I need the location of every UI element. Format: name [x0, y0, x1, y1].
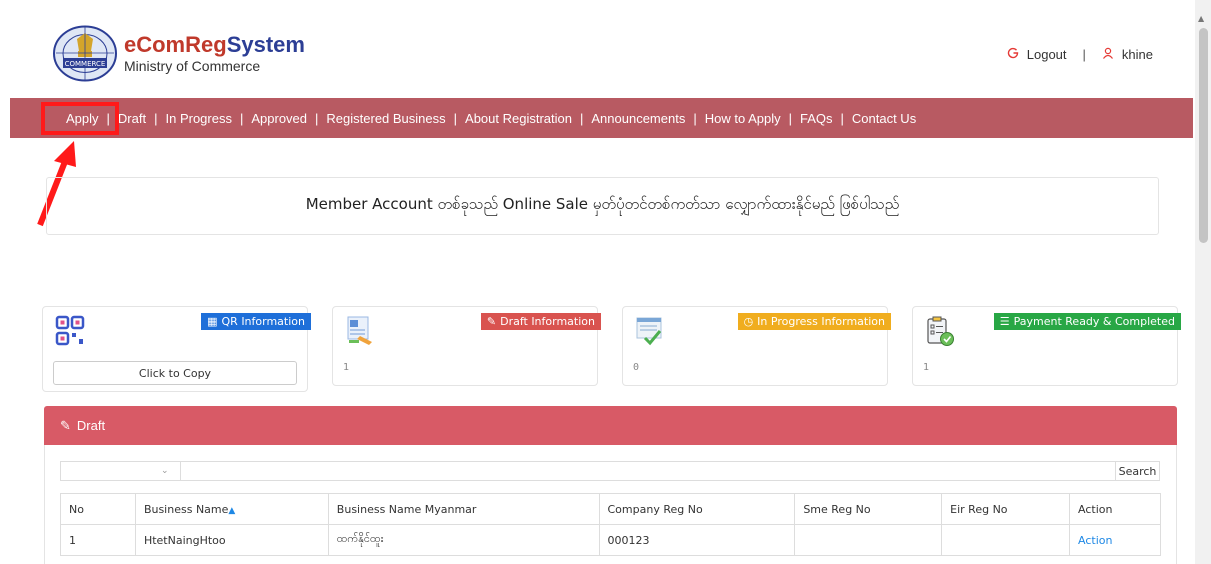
app-subtitle: Ministry of Commerce: [124, 58, 261, 74]
document-pen-icon: [347, 316, 372, 345]
action-link[interactable]: Action: [1078, 534, 1112, 547]
in-progress-count: 0: [633, 362, 640, 373]
draft-panel-header: ✎ Draft: [44, 406, 1177, 445]
nav-draft[interactable]: Draft: [118, 111, 146, 126]
in-progress-info-card[interactable]: ◷ In Progress Information 0: [622, 306, 891, 386]
draft-count: 1: [343, 362, 350, 373]
user-menu: Logout | khine: [1007, 46, 1153, 62]
logout-link[interactable]: Logout: [1027, 47, 1067, 62]
draft-info-card[interactable]: ✎ Draft Information 1: [332, 306, 601, 386]
nav-faqs[interactable]: FAQs: [800, 111, 833, 126]
checklist-window-icon: [636, 317, 662, 346]
table-toolbar: ⌄ Search: [60, 461, 1160, 481]
payment-info-card[interactable]: ☰ Payment Ready & Completed 1: [912, 306, 1181, 386]
clock-icon: ◷: [743, 315, 754, 328]
draft-panel-title: Draft: [76, 418, 106, 433]
svg-text:COMMERCE: COMMERCE: [65, 60, 106, 68]
clipboard-check-icon: [927, 316, 954, 346]
list-icon: ☰: [999, 315, 1010, 328]
nav-contact-us[interactable]: Contact Us: [852, 111, 916, 126]
cell-company-reg-no: 000123: [598, 524, 796, 556]
payment-count: 1: [923, 362, 930, 373]
edit-icon: ✎: [486, 315, 497, 328]
chevron-down-icon: ⌄: [161, 465, 169, 475]
search-input[interactable]: [181, 462, 1115, 480]
cell-eir-reg-no: [941, 524, 1071, 556]
nav-about-registration[interactable]: About Registration: [465, 111, 572, 126]
notice-banner: Member Account တစ်ခုသည် Online Sale မှတ်…: [46, 177, 1159, 235]
user-icon: [1102, 46, 1114, 62]
sort-asc-icon[interactable]: ▲: [228, 506, 235, 516]
cell-business-name-myanmar: ထက်နိုင်ထူး: [327, 524, 600, 556]
cell-no: 1: [60, 524, 136, 556]
ministry-logo: COMMERCE: [53, 25, 117, 82]
col-action: Action: [1069, 493, 1161, 525]
nav-how-to-apply[interactable]: How to Apply: [705, 111, 781, 126]
scrollbar-thumb[interactable]: [1199, 28, 1208, 243]
filter-select[interactable]: ⌄: [61, 462, 181, 480]
col-business-name-myanmar[interactable]: Business Name Myanmar: [327, 493, 600, 525]
cell-sme-reg-no: [794, 524, 943, 556]
nav-approved[interactable]: Approved: [251, 111, 307, 126]
qr-information-badge: ▦ QR Information: [201, 313, 311, 330]
in-progress-information-badge: ◷ In Progress Information: [737, 313, 891, 330]
header-separator: |: [1082, 46, 1086, 62]
username[interactable]: khine: [1122, 47, 1153, 62]
payment-ready-badge: ☰ Payment Ready & Completed: [993, 313, 1181, 330]
col-eir-reg-no[interactable]: Eir Reg No: [941, 493, 1071, 525]
cell-action: Action: [1069, 524, 1161, 556]
apply-highlight-box: [41, 102, 119, 135]
table-row: 1 HtetNaingHtoo ထက်နိုင်ထူး 000123 Actio…: [60, 524, 1161, 556]
qr-code-icon: [55, 315, 85, 346]
col-no[interactable]: No: [60, 493, 136, 525]
cell-business-name: HtetNaingHtoo: [134, 524, 329, 556]
table-header-row: No Business Name▲ Business Name Myanmar …: [60, 493, 1161, 525]
col-sme-reg-no[interactable]: Sme Reg No: [794, 493, 943, 525]
edit-icon: ✎: [60, 417, 71, 433]
draft-table: No Business Name▲ Business Name Myanmar …: [60, 493, 1161, 556]
nav-in-progress[interactable]: In Progress: [165, 111, 231, 126]
nav-registered-business[interactable]: Registered Business: [326, 111, 445, 126]
qr-small-icon: ▦: [207, 315, 218, 328]
click-to-copy-button[interactable]: Click to Copy: [53, 361, 297, 385]
qr-card: ▦ QR Information Click to Copy: [42, 306, 311, 392]
scroll-up-icon[interactable]: ▲: [1198, 14, 1204, 23]
logout-icon[interactable]: [1007, 46, 1019, 62]
main-nav: Apply | Draft | In Progress | Approved |…: [10, 98, 1193, 138]
col-company-reg-no[interactable]: Company Reg No: [598, 493, 796, 525]
search-button[interactable]: Search: [1115, 462, 1159, 480]
nav-announcements[interactable]: Announcements: [591, 111, 685, 126]
draft-information-badge: ✎ Draft Information: [480, 313, 601, 330]
app-title: eComRegSystem: [124, 32, 305, 57]
col-business-name[interactable]: Business Name▲: [134, 493, 329, 525]
